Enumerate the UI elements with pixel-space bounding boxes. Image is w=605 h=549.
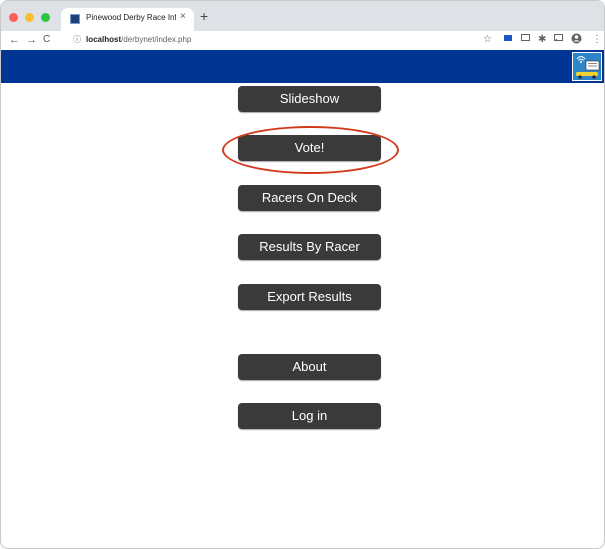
tab-title: Pinewood Derby Race Informati	[86, 13, 176, 22]
extension-icon[interactable]	[504, 33, 512, 47]
reload-button[interactable]: C	[43, 33, 50, 47]
maximize-window-button[interactable]	[41, 13, 50, 22]
racers-on-deck-button[interactable]: Racers On Deck	[238, 185, 381, 211]
page-banner	[1, 50, 604, 83]
minimize-window-button[interactable]	[25, 13, 34, 22]
new-tab-button[interactable]: +	[200, 9, 208, 23]
slideshow-button[interactable]: Slideshow	[238, 86, 381, 112]
address-bar[interactable]: ⓘ localhost/derbynet/index.php	[73, 33, 191, 47]
close-window-button[interactable]	[9, 13, 18, 22]
puzzle-icon[interactable]: ✱	[538, 33, 546, 47]
url-host: localhost	[86, 35, 122, 44]
forward-button[interactable]: →	[26, 33, 37, 47]
highlight-oval	[222, 126, 399, 174]
profile-icon[interactable]	[571, 33, 582, 49]
tab-close-button[interactable]: ×	[180, 11, 186, 22]
export-results-button[interactable]: Export Results	[238, 284, 381, 310]
site-info-icon[interactable]: ⓘ	[73, 35, 81, 44]
back-button[interactable]: ←	[9, 33, 20, 47]
favicon-icon	[70, 14, 80, 24]
tab-strip: Pinewood Derby Race Informati × +	[1, 1, 604, 31]
menu-icon[interactable]: ⋮	[592, 33, 602, 47]
browser-toolbar: ← → C ⓘ localhost/derbynet/index.php ☆ ✱ …	[1, 31, 604, 51]
url-path: /derbynet/index.php	[121, 35, 192, 44]
browser-tab[interactable]: Pinewood Derby Race Informati ×	[61, 8, 194, 31]
media-icon[interactable]	[554, 33, 563, 47]
browser-window: Pinewood Derby Race Informati × + ← → C …	[0, 0, 605, 549]
cast-icon[interactable]	[521, 33, 530, 47]
log-in-button[interactable]: Log in	[238, 403, 381, 429]
results-by-racer-button[interactable]: Results By Racer	[238, 234, 381, 260]
about-button[interactable]: About	[238, 354, 381, 380]
star-icon[interactable]: ☆	[483, 33, 492, 47]
kiosk-icon[interactable]	[572, 52, 602, 81]
